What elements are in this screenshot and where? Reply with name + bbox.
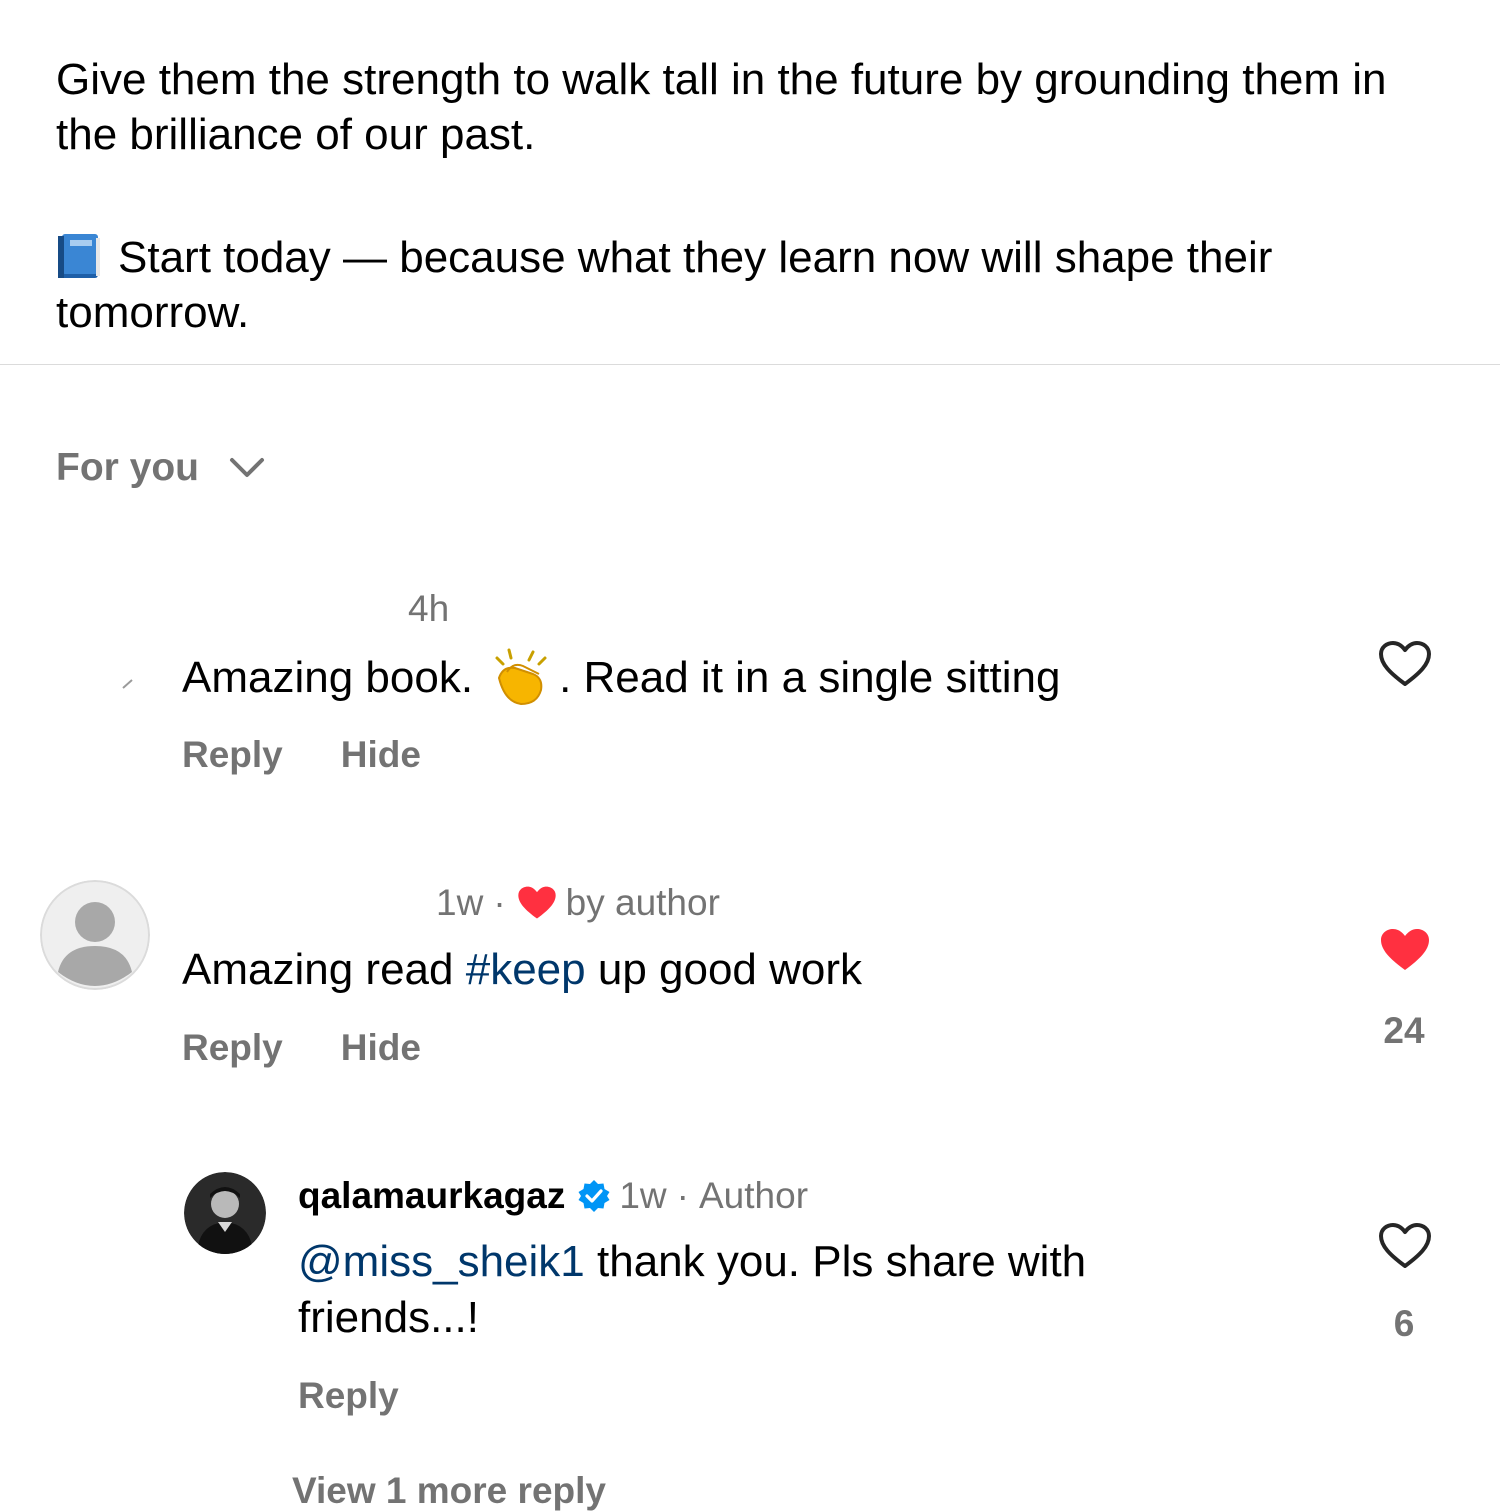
username-link[interactable]: qalamaurkagaz — [298, 1175, 565, 1217]
view-more-replies-button[interactable]: View 1 more reply — [292, 1470, 606, 1512]
heart-outline-icon[interactable] — [1378, 1222, 1432, 1270]
caption-line-2-text: Start today — because what they learn no… — [56, 233, 1273, 337]
clapping-hands-icon — [495, 648, 547, 706]
blue-book-icon — [58, 234, 100, 278]
like-count: 24 — [1383, 1010, 1425, 1051]
verified-badge-icon — [578, 1180, 610, 1212]
chevron-down-icon — [230, 458, 264, 477]
comment-meta: 1w · by author — [436, 882, 720, 923]
reply-actions: Reply — [298, 1375, 399, 1417]
avatar[interactable] — [40, 880, 150, 990]
sort-label: For you — [56, 446, 199, 489]
reply-button[interactable]: Reply — [298, 1375, 399, 1417]
caption-line-1: Give them the strength to walk tall in t… — [56, 55, 1387, 159]
comment-time: 4h — [408, 588, 450, 629]
hide-button[interactable]: Hide — [341, 734, 421, 776]
reply-meta: qalamaurkagaz 1w · Author — [298, 1175, 809, 1217]
comment-text: Amazing book. . Read it in a single sitt… — [182, 648, 1332, 706]
author-label: Author — [699, 1175, 809, 1216]
divider — [0, 364, 1500, 365]
caption-line-2: Start today — because what they learn no… — [56, 230, 1456, 340]
mention-link[interactable]: @miss_sheik1 — [298, 1237, 585, 1286]
reply-button[interactable]: Reply — [182, 734, 283, 776]
comment-meta: 4h — [408, 588, 449, 630]
avatar[interactable] — [184, 1172, 266, 1254]
comment-time: 1w — [436, 882, 484, 923]
avatar-fragment — [122, 679, 133, 689]
comment-text: Amazing read #keep up good work — [182, 945, 863, 994]
sort-dropdown[interactable]: For you — [56, 446, 265, 490]
reply-text: @miss_sheik1 thank you. Pls share with f… — [298, 1237, 1087, 1342]
reply-button[interactable]: Reply — [182, 1027, 283, 1069]
reply-time: 1w — [619, 1175, 667, 1216]
hide-button[interactable]: Hide — [341, 1027, 421, 1069]
heart-filled-icon — [517, 886, 556, 919]
heart-filled-icon[interactable] — [1378, 926, 1432, 974]
comment-actions: Reply Hide — [182, 1027, 421, 1069]
heart-outline-icon[interactable] — [1378, 640, 1432, 688]
hashtag-link[interactable]: #keep — [466, 945, 586, 994]
like-count: 6 — [1393, 1303, 1415, 1344]
post-caption: Give them the strength to walk tall in t… — [56, 52, 1456, 340]
liked-by-author-label: by author — [565, 882, 720, 923]
comment-actions: Reply Hide — [182, 734, 421, 776]
